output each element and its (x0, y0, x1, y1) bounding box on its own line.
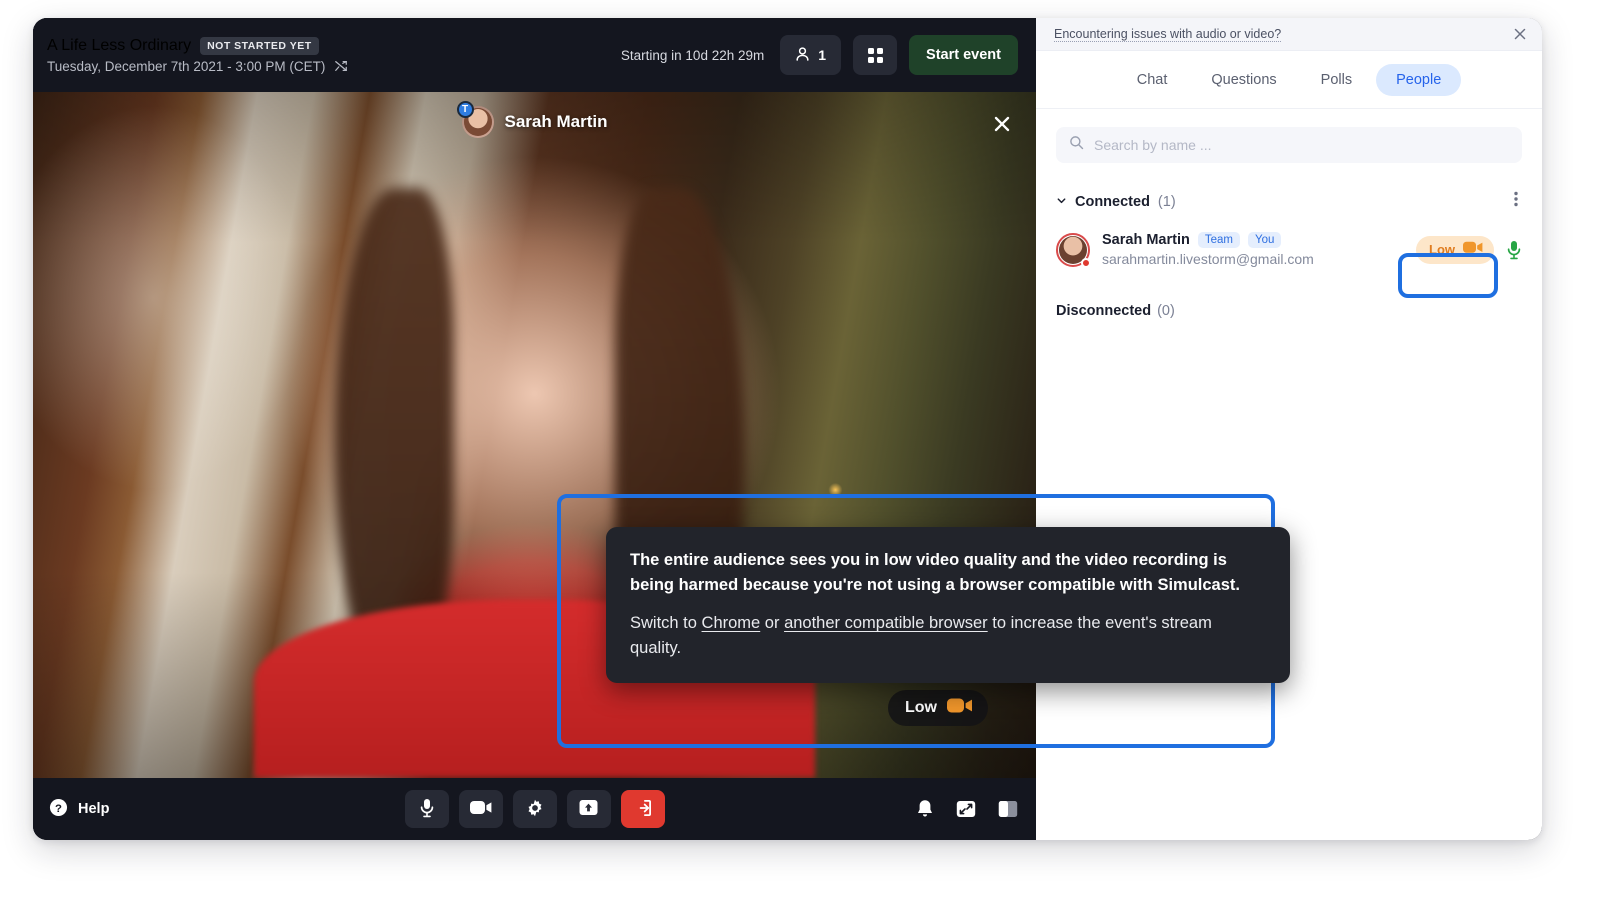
chevron-down-icon (1056, 193, 1067, 211)
close-icon[interactable] (990, 112, 1014, 136)
screen-share-icon (579, 799, 598, 819)
event-date: Tuesday, December 7th 2021 - 3:00 PM (CE… (47, 59, 325, 74)
help-button[interactable]: ? Help (49, 798, 109, 821)
stage-toolbar: ? Help (33, 778, 1036, 840)
avatar: T (462, 106, 494, 138)
svg-text:?: ? (55, 802, 62, 814)
countdown-text: Starting in 10d 22h 29m (621, 48, 764, 63)
speaker-name: Sarah Martin (505, 112, 608, 132)
connected-count: (1) (1158, 194, 1176, 210)
status-badge (1081, 258, 1091, 268)
attendee-count: 1 (818, 47, 826, 63)
tab-polls[interactable]: Polls (1301, 64, 1372, 96)
speaker-nameplate: T Sarah Martin (33, 106, 1036, 138)
person-icon (795, 46, 810, 65)
notifications-button[interactable] (916, 799, 934, 819)
help-label: Help (78, 801, 109, 817)
tooltip-body-mid: or (760, 614, 784, 632)
audio-video-issues-link[interactable]: Encountering issues with audio or video? (1054, 27, 1281, 42)
team-badge-icon: T (457, 101, 474, 118)
compatible-browser-link[interactable]: another compatible browser (784, 614, 988, 632)
event-stage: A Life Less Ordinary NOT STARTED YET Tue… (33, 18, 1036, 840)
livestorm-event-window: A Life Less Ordinary NOT STARTED YET Tue… (33, 18, 1542, 840)
attendees-button[interactable]: 1 (780, 35, 841, 75)
close-icon[interactable] (1512, 26, 1528, 42)
tab-chat[interactable]: Chat (1117, 64, 1188, 96)
exit-icon (633, 799, 652, 820)
disconnected-group-header[interactable]: Disconnected (0) (1056, 303, 1522, 319)
page-title: A Life Less Ordinary (47, 37, 191, 55)
audio-video-issues-banner: Encountering issues with audio or video? (1036, 18, 1542, 51)
person-name-row: Sarah Martin Team You (1102, 232, 1314, 248)
connected-label: Connected (1075, 194, 1150, 210)
camera-button[interactable] (459, 790, 503, 828)
shuffle-icon[interactable] (334, 59, 348, 73)
event-header: A Life Less Ordinary NOT STARTED YET Tue… (33, 18, 1036, 92)
search-input[interactable] (1094, 137, 1509, 153)
more-vertical-icon[interactable] (1510, 189, 1522, 214)
layout-toggle-button[interactable] (998, 800, 1018, 818)
media-controls (405, 790, 665, 828)
list-item[interactable]: Sarah Martin Team You sarahmartin.livest… (1056, 230, 1522, 269)
side-panel: Encountering issues with audio or video?… (1036, 18, 1542, 840)
tag-you: You (1248, 232, 1281, 248)
person-email: sarahmartin.livestorm@gmail.com (1102, 251, 1314, 267)
video-quality-pill[interactable]: Low (888, 690, 988, 726)
chrome-link[interactable]: Chrome (702, 614, 761, 632)
search-field[interactable] (1056, 127, 1522, 163)
search-icon (1069, 135, 1084, 155)
help-circle-icon: ? (49, 798, 68, 821)
video-camera-icon (947, 697, 973, 719)
microphone-button[interactable] (405, 790, 449, 828)
stage-toolbar-right (916, 799, 1018, 819)
tooltip-body-prefix: Switch to (630, 614, 702, 632)
tooltip-body: Switch to Chrome or another compatible b… (630, 611, 1266, 661)
event-header-info: A Life Less Ordinary NOT STARTED YET Tue… (47, 37, 348, 74)
tab-questions[interactable]: Questions (1191, 64, 1296, 96)
connected-group-header[interactable]: Connected (1) (1056, 189, 1522, 214)
person-video-quality-label: Low (1429, 242, 1455, 257)
fullscreen-button[interactable] (956, 800, 976, 818)
avatar (1056, 233, 1090, 267)
microphone-icon[interactable] (1506, 240, 1522, 260)
people-panel-body: Connected (1) Sarah Martin Te (1036, 109, 1542, 840)
disconnected-count: (0) (1157, 303, 1175, 319)
grid-icon (868, 48, 883, 63)
microphone-icon (419, 798, 435, 821)
person-info: Sarah Martin Team You sarahmartin.livest… (1102, 232, 1314, 267)
video-quality-label: Low (905, 699, 937, 717)
panel-tabs: Chat Questions Polls People (1036, 51, 1542, 109)
video-camera-icon (470, 800, 492, 818)
person-video-quality-badge[interactable]: Low (1416, 236, 1494, 264)
settings-button[interactable] (513, 790, 557, 828)
person-name: Sarah Martin (1102, 232, 1190, 248)
event-title-row: A Life Less Ordinary NOT STARTED YET (47, 37, 348, 55)
simulcast-warning-tooltip: The entire audience sees you in low vide… (606, 527, 1290, 683)
tab-people[interactable]: People (1376, 64, 1461, 96)
tooltip-headline: The entire audience sees you in low vide… (630, 548, 1266, 598)
event-date-row: Tuesday, December 7th 2021 - 3:00 PM (CE… (47, 59, 348, 74)
start-event-button[interactable]: Start event (909, 35, 1018, 75)
gear-icon (526, 799, 544, 820)
leave-event-button[interactable] (621, 790, 665, 828)
video-camera-icon (1463, 241, 1483, 259)
share-screen-button[interactable] (567, 790, 611, 828)
person-actions: Low (1416, 236, 1522, 264)
status-badge: NOT STARTED YET (200, 37, 319, 55)
tag-team: Team (1198, 232, 1240, 248)
event-header-actions: Starting in 10d 22h 29m 1 Start event (621, 35, 1018, 75)
disconnected-label: Disconnected (1056, 303, 1151, 319)
grid-view-button[interactable] (853, 35, 897, 75)
